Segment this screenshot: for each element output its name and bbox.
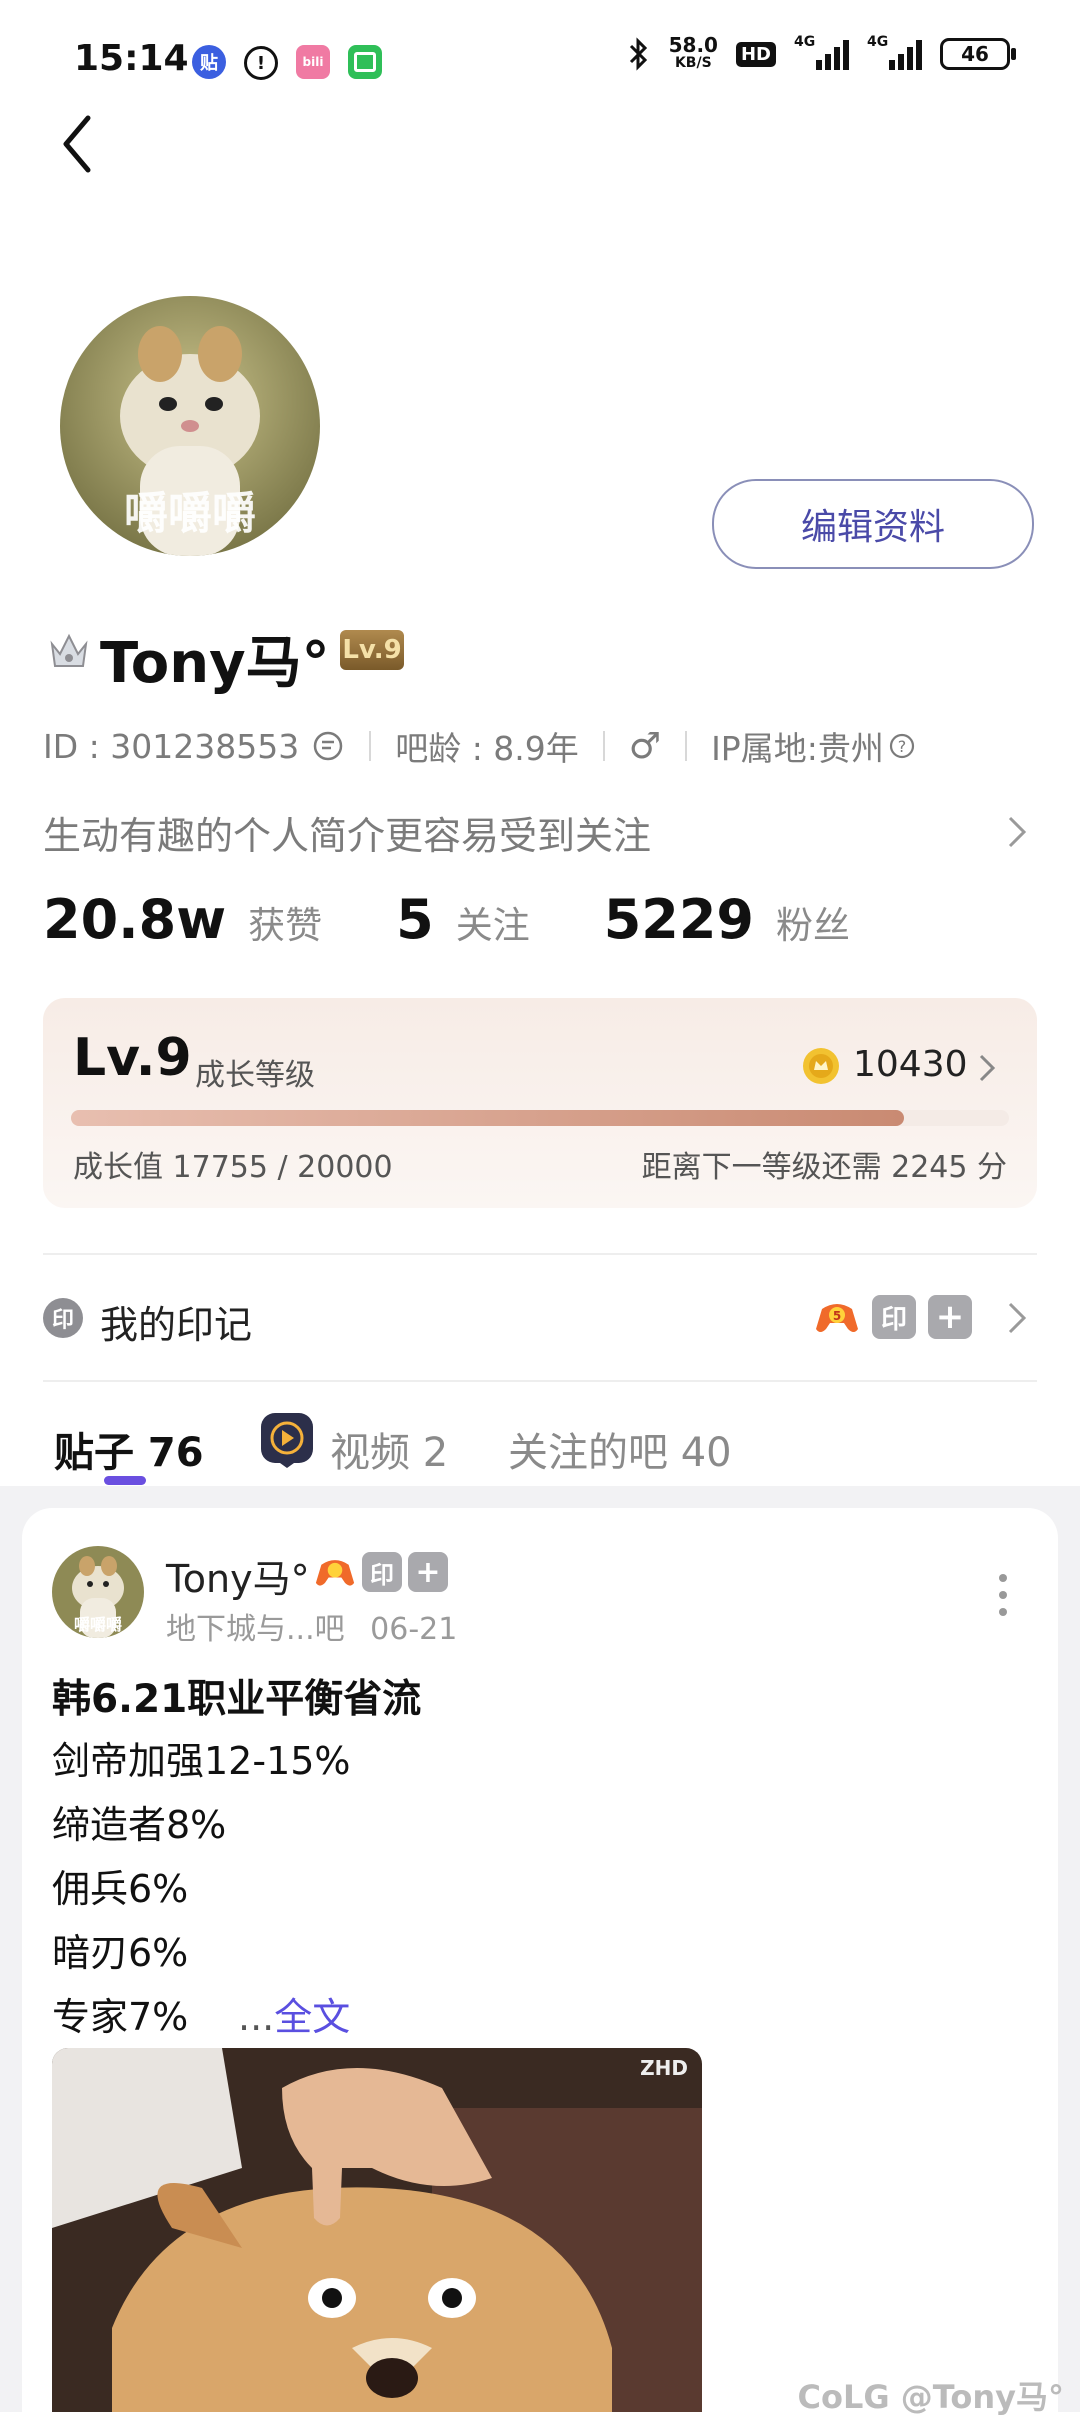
- level-title: Lv.9: [73, 1028, 192, 1088]
- post-date: 06-21: [370, 1612, 458, 1647]
- divider: [43, 1380, 1037, 1382]
- tab-posts[interactable]: 贴子 76: [54, 1420, 204, 1478]
- coin-icon: [803, 1048, 839, 1084]
- signal-1-icon: 4G: [794, 34, 849, 70]
- following-label: 关注: [455, 904, 530, 947]
- alert-icon: !: [244, 46, 278, 80]
- avatar-caption: 嚼嚼嚼: [124, 488, 256, 539]
- post-author-avatar[interactable]: 嚼嚼嚼: [52, 1546, 144, 1638]
- post-author-name[interactable]: Tony马°: [166, 1548, 310, 1603]
- signal-2-icon: 4G: [867, 34, 922, 70]
- divider: [43, 1253, 1037, 1255]
- more-options-icon[interactable]: [998, 1572, 1008, 1618]
- bluetooth-icon: [629, 37, 647, 71]
- mark-icon: 印: [43, 1298, 83, 1338]
- level-badge[interactable]: Lv.9: [340, 630, 404, 670]
- coin-balance: 10430: [853, 1044, 968, 1085]
- post-title[interactable]: 韩6.21职业平衡省流: [52, 1668, 421, 1724]
- next-level-text: 距离下一等级还需 2245 分: [641, 1150, 1007, 1185]
- tab-followed-forums[interactable]: 关注的吧 40: [508, 1420, 732, 1478]
- chevron-right-icon[interactable]: [1004, 812, 1030, 852]
- post-author-badges: 印 +: [314, 1552, 448, 1592]
- post-card[interactable]: 嚼嚼嚼 Tony马° 印 + 地下城与...吧 06-21 韩6.21职业平衡省…: [22, 1508, 1058, 2412]
- status-time: 15:14: [74, 38, 189, 79]
- my-marks-label[interactable]: 我的印记: [100, 1294, 252, 1349]
- tab-videos[interactable]: 视频 2: [330, 1420, 448, 1478]
- profile-avatar[interactable]: 嚼嚼嚼: [60, 296, 320, 556]
- crown-icon: [50, 633, 88, 667]
- chevron-right-icon[interactable]: [977, 1052, 997, 1084]
- hd-voice-icon: HD: [735, 41, 776, 67]
- mark-badge: 印: [872, 1295, 916, 1339]
- game-controller-badge-icon: [315, 1560, 355, 1586]
- green-app-icon: [348, 45, 382, 79]
- post-line: 佣兵6%: [52, 1867, 189, 1911]
- post-line: 缔造者8%: [52, 1803, 227, 1847]
- add-mark-icon: +: [408, 1552, 448, 1592]
- status-icons: 58.0 KB/S HD 4G 4G 46: [627, 33, 1016, 72]
- likes-count[interactable]: 20.8w: [43, 888, 226, 951]
- level-progress-bar: [71, 1110, 1009, 1126]
- user-id: ID : 301238553: [43, 726, 300, 766]
- tieba-app-icon: 贴: [192, 45, 226, 79]
- image-watermark-tag: ZHD: [640, 2056, 688, 2080]
- watermark: CoLG @Tony马°: [797, 2378, 1064, 2416]
- profile-meta: ID : 301238553 吧龄 : 8.9年 ♂ IP属地:贵州 ?: [43, 722, 916, 770]
- mark-badge: 印: [362, 1552, 402, 1592]
- post-line: 剑帝加强12-15%: [52, 1739, 351, 1783]
- gender-icon: ♂: [628, 725, 662, 767]
- level-progress-fill: [71, 1110, 904, 1126]
- followers-count[interactable]: 5229: [604, 888, 754, 951]
- ip-location: IP属地:贵州: [711, 729, 884, 768]
- add-mark-icon: +: [928, 1295, 972, 1339]
- likes-label: 获赞: [248, 904, 323, 947]
- stats-row: 20.8w 获赞 5 关注 5229 粉丝: [43, 888, 924, 951]
- post-meta: 地下城与...吧 06-21: [166, 1604, 457, 1648]
- following-count[interactable]: 5: [396, 888, 434, 951]
- followers-label: 粉丝: [776, 904, 850, 947]
- copy-icon[interactable]: [311, 729, 345, 763]
- edit-profile-button[interactable]: 编辑资料: [712, 479, 1034, 569]
- bilibili-icon: bili: [296, 45, 330, 79]
- svg-text:?: ?: [898, 737, 907, 756]
- post-forum[interactable]: 地下城与...吧: [166, 1612, 345, 1647]
- net-speed: 58.0 KB/S: [668, 33, 718, 71]
- game-controller-badge-icon: 5: [816, 1304, 858, 1332]
- username: Tony马°: [100, 631, 330, 696]
- active-tab-indicator: [104, 1476, 146, 1485]
- video-icon: [261, 1413, 313, 1468]
- svg-text:嚼嚼嚼: 嚼嚼嚼: [74, 1615, 122, 1634]
- battery-icon: 46: [940, 38, 1016, 70]
- mark-badges[interactable]: 5 印 +: [814, 1295, 972, 1339]
- post-line: 暗刃6%: [52, 1931, 189, 1975]
- post-image[interactable]: ZHD: [52, 2048, 702, 2412]
- chevron-right-icon[interactable]: [1004, 1298, 1030, 1338]
- bio-placeholder[interactable]: 生动有趣的个人简介更容易受到关注: [43, 805, 651, 860]
- account-age: 吧龄 : 8.9年: [395, 729, 579, 768]
- help-icon[interactable]: ?: [888, 732, 916, 760]
- growth-value: 成长值 17755 / 20000: [73, 1150, 393, 1185]
- back-arrow-icon[interactable]: [58, 112, 98, 176]
- svg-text:5: 5: [833, 1309, 841, 1323]
- read-more-link[interactable]: ...全文: [238, 1986, 350, 2041]
- post-line: 专家7%: [52, 1995, 189, 2039]
- level-card[interactable]: Lv.9 成长等级 10430 成长值 17755 / 20000 距离下一等级…: [43, 998, 1037, 1208]
- level-subtitle: 成长等级: [195, 1058, 315, 1093]
